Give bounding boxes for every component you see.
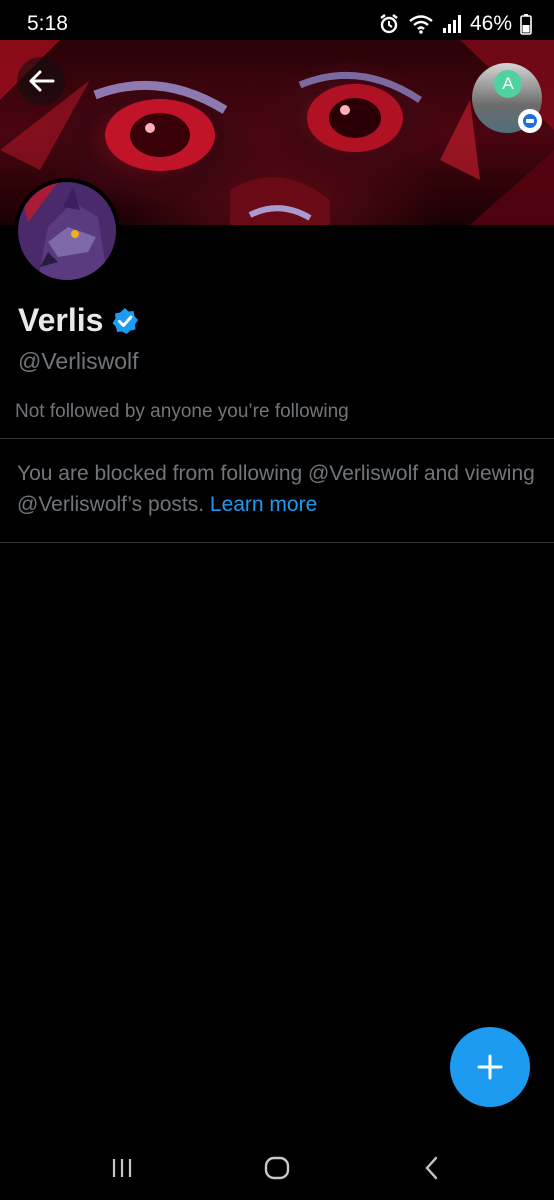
divider xyxy=(0,542,554,543)
wifi-icon xyxy=(409,15,433,34)
signal-icon xyxy=(442,15,461,33)
avatar-image xyxy=(18,182,116,280)
followers-you-know: Not followed by anyone you’re following xyxy=(15,401,349,422)
arrow-left-icon xyxy=(29,70,55,92)
plus-icon xyxy=(477,1054,503,1080)
back-icon xyxy=(425,1156,438,1180)
account-switcher[interactable]: A xyxy=(472,63,542,133)
recents-icon xyxy=(112,1159,132,1177)
compose-button[interactable] xyxy=(450,1027,530,1107)
home-button[interactable] xyxy=(257,1153,297,1183)
alarm-icon xyxy=(380,14,398,34)
battery-icon xyxy=(520,14,532,35)
learn-more-link[interactable]: Learn more xyxy=(210,493,317,516)
battery-percent: 46% xyxy=(469,12,512,35)
status-time: 5:18 xyxy=(27,12,68,35)
blocked-message: You are blocked from following @Verliswo… xyxy=(17,458,537,520)
nav-back-button[interactable] xyxy=(412,1153,452,1183)
recents-button[interactable] xyxy=(102,1153,142,1183)
profile-avatar[interactable] xyxy=(14,178,120,284)
status-icons: 46% xyxy=(378,12,532,36)
home-icon xyxy=(264,1156,290,1180)
verified-badge-icon xyxy=(112,307,139,334)
profile-handle: @Verliswolf xyxy=(18,348,139,374)
divider xyxy=(0,438,554,439)
status-bar: 5:18 46% xyxy=(0,0,554,44)
profile-name: Verlis xyxy=(18,302,139,339)
profile-name-text: Verlis xyxy=(18,302,104,338)
back-button[interactable] xyxy=(17,57,65,105)
account-initial: A xyxy=(494,70,522,98)
system-nav-bar xyxy=(0,1135,554,1200)
messenger-icon xyxy=(518,109,542,133)
